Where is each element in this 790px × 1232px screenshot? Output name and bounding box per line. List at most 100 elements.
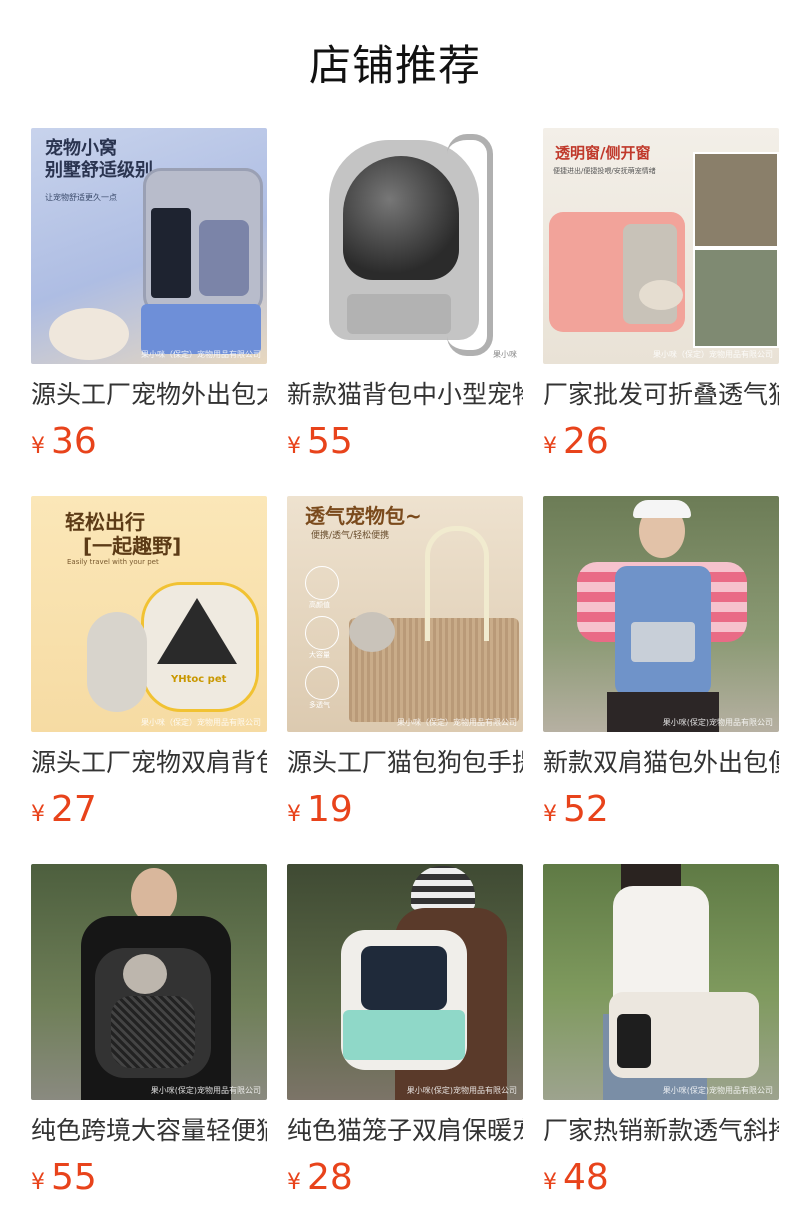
cat-graphic bbox=[123, 954, 167, 994]
bag-pocket-graphic bbox=[199, 220, 249, 296]
image-watermark: 果小咪（保定）宠物用品有限公司 bbox=[141, 718, 261, 727]
image-watermark: 果小咪(保定)宠物用品有限公司 bbox=[662, 718, 773, 727]
cap-graphic bbox=[633, 500, 691, 518]
image-caption-3: 让宠物舒适更久一点 bbox=[45, 193, 117, 202]
product-card[interactable]: 果小咪(保定)宠物用品有限公司 纯色猫笼子双肩保暖宠物包 ¥28 bbox=[287, 864, 523, 1200]
product-card[interactable]: 宠物小窝 别墅舒适级别 让宠物舒适更久一点 果小咪（保定）宠物用品有限公司 源头… bbox=[31, 128, 267, 464]
image-caption-4: YHtoc pet bbox=[171, 674, 227, 685]
image-caption-1: 透气宠物包~ bbox=[305, 504, 422, 528]
pedestal-graphic bbox=[141, 304, 261, 354]
product-card[interactable]: 透明窗/侧开窗 便捷进出/便捷投喂/安抚萌宠情绪 果小咪（保定）宠物用品有限公司… bbox=[543, 128, 779, 464]
image-caption-2: 便捷进出/便捷投喂/安抚萌宠情绪 bbox=[553, 167, 656, 175]
product-card[interactable]: 透气宠物包~ 便携/透气/轻松便携 高颜值 大容量 多透气 果小咪（保定）宠物用… bbox=[287, 496, 523, 832]
currency-symbol: ¥ bbox=[543, 434, 557, 459]
price-value: 19 bbox=[307, 789, 353, 830]
image-watermark: 果小咪(保定)宠物用品有限公司 bbox=[406, 1086, 517, 1095]
strap-graphic bbox=[447, 134, 493, 356]
inset-photo-2 bbox=[693, 248, 779, 348]
product-image[interactable]: 轻松出行 [一起趣野] Easily travel with your pet … bbox=[31, 496, 267, 732]
product-image[interactable]: 果小咪 bbox=[287, 128, 523, 364]
product-card[interactable]: 果小咪 新款猫背包中小型宠物太空舱 ¥55 bbox=[287, 128, 523, 464]
price-value: 48 bbox=[563, 1157, 609, 1198]
capsule-window-graphic bbox=[361, 946, 447, 1010]
image-caption-2: 别墅舒适级别 bbox=[45, 160, 153, 181]
feature-icon-2 bbox=[305, 616, 339, 650]
product-image[interactable]: 透气宠物包~ 便携/透气/轻松便携 高颜值 大容量 多透气 果小咪（保定）宠物用… bbox=[287, 496, 523, 732]
product-title[interactable]: 源头工厂猫包狗包手提包 bbox=[287, 746, 523, 780]
image-caption-2: [一起趣野] bbox=[83, 534, 182, 558]
feature-label-2: 大容量 bbox=[309, 651, 330, 659]
bag-pocket-graphic bbox=[343, 1010, 465, 1060]
product-image[interactable]: 果小咪(保定)宠物用品有限公司 bbox=[287, 864, 523, 1100]
product-image[interactable]: 宠物小窝 别墅舒适级别 让宠物舒适更久一点 果小咪（保定）宠物用品有限公司 bbox=[31, 128, 267, 364]
currency-symbol: ¥ bbox=[543, 1170, 557, 1195]
handle-graphic bbox=[425, 526, 489, 641]
price-value: 27 bbox=[51, 789, 97, 830]
image-watermark: 果小咪（保定）宠物用品有限公司 bbox=[397, 718, 517, 727]
cat-graphic bbox=[87, 612, 147, 712]
price-value: 36 bbox=[51, 421, 97, 462]
currency-symbol: ¥ bbox=[287, 802, 301, 827]
product-image[interactable]: 果小咪(保定)宠物用品有限公司 bbox=[31, 864, 267, 1100]
image-watermark: 果小咪（保定）宠物用品有限公司 bbox=[141, 350, 261, 359]
cat-graphic bbox=[639, 280, 683, 310]
currency-symbol: ¥ bbox=[543, 802, 557, 827]
currency-symbol: ¥ bbox=[287, 1170, 301, 1195]
price-value: 52 bbox=[563, 789, 609, 830]
cat-graphic bbox=[349, 612, 395, 652]
product-image[interactable]: 果小咪(保定)宠物用品有限公司 bbox=[543, 864, 779, 1100]
bag-window-graphic bbox=[151, 208, 191, 298]
product-card[interactable]: 果小咪(保定)宠物用品有限公司 纯色跨境大容量轻便猫包 ¥55 bbox=[31, 864, 267, 1200]
product-title[interactable]: 纯色猫笼子双肩保暖宠物包 bbox=[287, 1114, 523, 1148]
price-value: 26 bbox=[563, 421, 609, 462]
triangle-window-graphic bbox=[157, 598, 237, 664]
currency-symbol: ¥ bbox=[31, 802, 45, 827]
image-watermark: 果小咪(保定)宠物用品有限公司 bbox=[150, 1086, 261, 1095]
price-value: 55 bbox=[307, 421, 353, 462]
product-title[interactable]: 新款猫背包中小型宠物太空舱 bbox=[287, 378, 523, 412]
product-price: ¥52 bbox=[543, 788, 779, 832]
image-caption-2: 便携/透气/轻松便携 bbox=[311, 531, 390, 541]
bag-pocket-graphic bbox=[347, 294, 451, 334]
product-price: ¥55 bbox=[31, 1156, 267, 1200]
product-price: ¥36 bbox=[31, 420, 267, 464]
price-value: 28 bbox=[307, 1157, 353, 1198]
product-card[interactable]: 轻松出行 [一起趣野] Easily travel with your pet … bbox=[31, 496, 267, 832]
product-price: ¥55 bbox=[287, 420, 523, 464]
product-grid: 宠物小窝 别墅舒适级别 让宠物舒适更久一点 果小咪（保定）宠物用品有限公司 源头… bbox=[0, 0, 790, 1232]
product-title[interactable]: 厂家批发可折叠透气猫包 bbox=[543, 378, 779, 412]
product-price: ¥19 bbox=[287, 788, 523, 832]
product-price: ¥26 bbox=[543, 420, 779, 464]
product-title[interactable]: 源头工厂宠物双肩背包 bbox=[31, 746, 267, 780]
image-watermark: 果小咪 bbox=[493, 350, 517, 359]
inset-photo-1 bbox=[693, 152, 779, 248]
feature-label-1: 高颜值 bbox=[309, 601, 330, 609]
currency-symbol: ¥ bbox=[31, 1170, 45, 1195]
product-title[interactable]: 源头工厂宠物外出包太空舱 bbox=[31, 378, 267, 412]
cat-graphic bbox=[49, 308, 129, 360]
capsule-window-graphic bbox=[343, 156, 459, 280]
product-card[interactable]: 果小咪(保定)宠物用品有限公司 新款双肩猫包外出包便携 ¥52 bbox=[543, 496, 779, 832]
product-title[interactable]: 厂家热销新款透气斜挎猫包 bbox=[543, 1114, 779, 1148]
feature-icon-3 bbox=[305, 666, 339, 700]
product-title[interactable]: 纯色跨境大容量轻便猫包 bbox=[31, 1114, 267, 1148]
currency-symbol: ¥ bbox=[31, 434, 45, 459]
price-value: 55 bbox=[51, 1157, 97, 1198]
feature-label-3: 多透气 bbox=[309, 701, 330, 709]
product-price: ¥48 bbox=[543, 1156, 779, 1200]
product-image[interactable]: 果小咪(保定)宠物用品有限公司 bbox=[543, 496, 779, 732]
knit-hat-graphic bbox=[411, 866, 475, 910]
image-caption-3: Easily travel with your pet bbox=[67, 558, 159, 566]
feature-icon-1 bbox=[305, 566, 339, 600]
mesh-panel-graphic bbox=[617, 1014, 651, 1068]
product-title[interactable]: 新款双肩猫包外出包便携 bbox=[543, 746, 779, 780]
product-price: ¥27 bbox=[31, 788, 267, 832]
currency-symbol: ¥ bbox=[287, 434, 301, 459]
product-image[interactable]: 透明窗/侧开窗 便捷进出/便捷投喂/安抚萌宠情绪 果小咪（保定）宠物用品有限公司 bbox=[543, 128, 779, 364]
mesh-panel-graphic bbox=[111, 996, 195, 1068]
mesh-panel-graphic bbox=[631, 622, 695, 662]
image-caption-1: 透明窗/侧开窗 bbox=[555, 144, 651, 162]
image-watermark: 果小咪（保定）宠物用品有限公司 bbox=[653, 350, 773, 359]
product-card[interactable]: 果小咪(保定)宠物用品有限公司 厂家热销新款透气斜挎猫包 ¥48 bbox=[543, 864, 779, 1200]
product-price: ¥28 bbox=[287, 1156, 523, 1200]
